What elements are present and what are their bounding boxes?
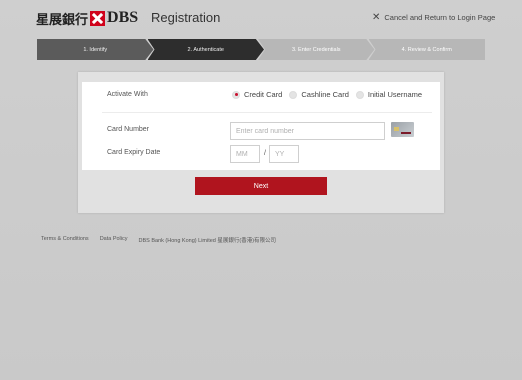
cancel-return-link[interactable]: ✕ Cancel and Return to Login Page	[372, 12, 495, 23]
option-credit-card[interactable]: Credit Card	[232, 90, 282, 99]
page-title: Registration	[151, 10, 221, 25]
footer-link-terms[interactable]: Terms & Conditions	[41, 236, 89, 244]
close-icon: ✕	[372, 12, 381, 23]
option-cashline-card[interactable]: Cashline Card	[289, 90, 349, 99]
card-number-label: Card Number	[107, 126, 150, 133]
next-button[interactable]: Next	[195, 177, 327, 195]
dbs-logo[interactable]: 星展銀行 DBS	[36, 9, 139, 28]
logo-english-text: DBS	[107, 9, 139, 26]
dbs-x-icon	[90, 10, 106, 26]
step-review-confirm: 4. Review & Confirm	[368, 39, 485, 60]
cancel-label: Cancel and Return to Login Page	[384, 13, 496, 22]
card-expiry-label: Card Expiry Date	[107, 149, 161, 156]
radio-selected-icon	[232, 90, 240, 99]
expiry-year-input[interactable]	[269, 145, 299, 163]
radio-icon	[289, 90, 298, 99]
option-label: Cashline Card	[301, 90, 349, 99]
activate-with-label: Activate With	[107, 91, 148, 98]
activate-options: Credit Card Cashline Card Initial Userna…	[232, 90, 429, 99]
footer-company-name: DBS Bank (Hong Kong) Limited 星展銀行(香港)有限公…	[138, 238, 277, 244]
header: 星展銀行 DBS Registration ✕ Cancel and Retur…	[0, 0, 522, 38]
divider	[102, 112, 432, 113]
step-identify: 1. Identify	[37, 39, 154, 60]
form-panel: Activate With Credit Card Cashline Card …	[82, 82, 440, 170]
option-label: Initial Username	[367, 90, 423, 99]
step-enter-credentials: 3. Enter Credentials	[258, 39, 375, 60]
footer-link-data-policy[interactable]: Data Policy	[100, 236, 128, 244]
option-initial-username[interactable]: Initial Username	[355, 90, 423, 99]
card-number-input[interactable]	[230, 122, 385, 140]
authentication-card: Activate With Credit Card Cashline Card …	[78, 72, 444, 213]
progress-steps: 1. Identify 2. Authenticate 3. Enter Cre…	[37, 39, 485, 60]
option-label: Credit Card	[244, 90, 283, 99]
footer: Terms & Conditions Data Policy DBS Bank …	[41, 236, 287, 244]
step-authenticate: 2. Authenticate	[147, 39, 264, 60]
expiry-separator: /	[264, 150, 266, 157]
radio-icon	[355, 90, 364, 99]
expiry-month-input[interactable]	[230, 145, 260, 163]
credit-card-icon	[391, 122, 414, 137]
logo-chinese-text: 星展銀行	[36, 12, 89, 28]
